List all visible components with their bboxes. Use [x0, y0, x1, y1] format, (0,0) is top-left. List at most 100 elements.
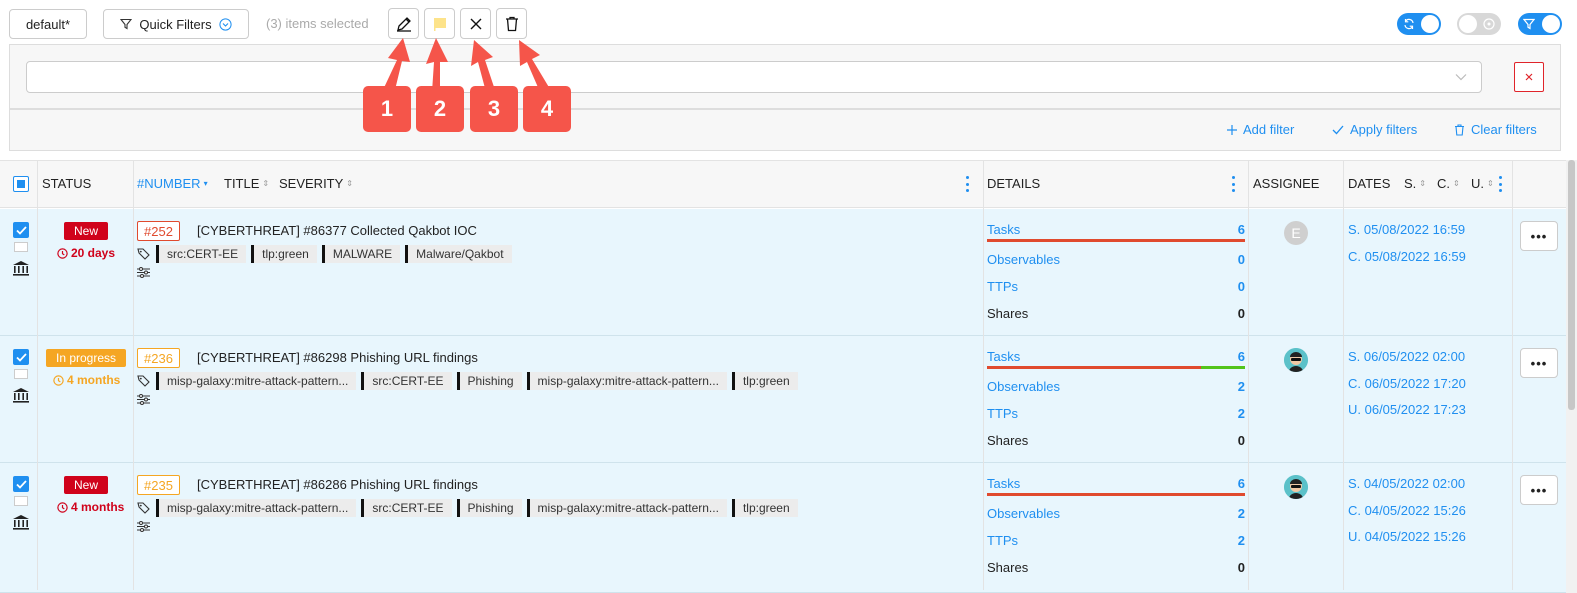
flag-checkbox[interactable] — [14, 369, 28, 379]
observables-link[interactable]: Observables 2 — [987, 379, 1245, 394]
tasks-link[interactable]: Tasks 6 — [987, 349, 1245, 364]
age-text: 4 months — [71, 500, 125, 514]
case-number[interactable]: #235 — [137, 475, 180, 495]
tag[interactable]: misp-galaxy:mitre-attack-pattern... — [156, 499, 357, 517]
tasks-progress-bar — [987, 239, 1245, 242]
tag[interactable]: misp-galaxy:mitre-attack-pattern... — [526, 499, 727, 517]
shares-count-label: Shares — [987, 560, 1029, 575]
date-entry: S. 05/08/2022 16:59 — [1348, 222, 1466, 237]
shares-count: Shares 0 — [987, 306, 1245, 321]
tag[interactable]: src:CERT-EE — [156, 245, 247, 263]
case-number[interactable]: #252 — [137, 221, 180, 241]
column-title[interactable]: TITLE ⇕ — [224, 176, 269, 191]
avatar[interactable]: E — [1284, 221, 1308, 245]
column-assignee: ASSIGNEE — [1253, 176, 1320, 191]
observables-link-value: 2 — [1237, 379, 1245, 394]
row-actions-button[interactable]: ••• — [1520, 348, 1558, 378]
row-select-checkbox[interactable] — [13, 349, 29, 365]
scrollbar[interactable] — [1566, 160, 1577, 593]
column-options-icon[interactable] — [1231, 176, 1235, 192]
shares-count-label: Shares — [987, 306, 1029, 321]
tag[interactable]: tlp:green — [251, 245, 317, 263]
tag[interactable]: misp-galaxy:mitre-attack-pattern... — [156, 372, 357, 390]
check-icon — [15, 352, 27, 362]
ttps-link[interactable]: TTPs 0 — [987, 279, 1245, 294]
age-indicator: 4 months — [53, 373, 120, 387]
column-number[interactable]: #NUMBER ▾ — [137, 176, 208, 191]
ttps-link[interactable]: TTPs 2 — [987, 533, 1245, 548]
observables-link[interactable]: Observables 0 — [987, 252, 1245, 267]
shares-count-value: 0 — [1237, 306, 1245, 321]
case-title[interactable]: [CYBERTHREAT] #86298 Phishing URL findin… — [197, 350, 478, 365]
column-options-icon[interactable] — [965, 176, 969, 192]
flag-checkbox[interactable] — [14, 242, 28, 252]
ttps-link-value: 0 — [1237, 279, 1245, 294]
tag-icon — [137, 248, 150, 260]
tasks-link[interactable]: Tasks 6 — [987, 222, 1245, 237]
tag[interactable]: src:CERT-EE — [361, 499, 452, 517]
callout-arrows — [382, 38, 550, 94]
avatar[interactable] — [1284, 348, 1308, 372]
row-actions-button[interactable]: ••• — [1520, 475, 1558, 505]
tag[interactable]: Phishing — [456, 372, 522, 390]
row-select-checkbox[interactable] — [13, 222, 29, 238]
column-dates-start[interactable]: S. ⇕ — [1404, 176, 1426, 191]
row-select-checkbox[interactable] — [13, 476, 29, 492]
bank-icon — [12, 387, 30, 406]
ttps-link[interactable]: TTPs 2 — [987, 406, 1245, 421]
tag[interactable]: src:CERT-EE — [361, 372, 452, 390]
observables-link-label: Observables — [987, 252, 1060, 267]
observables-link-value: 2 — [1237, 506, 1245, 521]
case-title[interactable]: [CYBERTHREAT] #86377 Collected Qakbot IO… — [197, 223, 477, 238]
tasks-link[interactable]: Tasks 6 — [987, 476, 1245, 491]
tag-icon — [137, 375, 150, 387]
column-details: DETAILS — [987, 176, 1041, 191]
date-entry: U. 06/05/2022 17:23 — [1348, 402, 1466, 417]
column-options-icon[interactable] — [1498, 176, 1502, 192]
column-dates-created[interactable]: C. ⇕ — [1437, 176, 1460, 191]
tag[interactable]: Phishing — [456, 499, 522, 517]
flag-checkbox[interactable] — [14, 496, 28, 506]
column-dates: DATES — [1348, 176, 1391, 191]
avatar[interactable] — [1284, 475, 1308, 499]
shares-count: Shares 0 — [987, 560, 1245, 575]
column-status: STATUS — [42, 176, 92, 191]
age-indicator: 4 months — [57, 500, 124, 514]
sliders-icon[interactable] — [137, 393, 150, 408]
observables-link[interactable]: Observables 2 — [987, 506, 1245, 521]
tasks-link-value: 6 — [1237, 476, 1245, 491]
observables-link-value: 0 — [1237, 252, 1245, 267]
tag[interactable]: tlp:green — [731, 372, 798, 390]
age-text: 4 months — [67, 373, 121, 387]
callout-2: 2 — [416, 86, 464, 132]
callout-1: 1 — [363, 86, 411, 132]
age-text: 20 days — [71, 246, 116, 260]
row-actions-button[interactable]: ••• — [1520, 221, 1558, 251]
tag[interactable]: tlp:green — [731, 499, 798, 517]
tasks-link-label: Tasks — [987, 349, 1021, 364]
date-entry: C. 06/05/2022 17:20 — [1348, 375, 1466, 391]
shares-count-value: 0 — [1237, 433, 1245, 448]
tag[interactable]: Malware/Qakbot — [405, 245, 512, 263]
tag[interactable]: MALWARE — [321, 245, 401, 263]
sliders-icon[interactable] — [137, 266, 150, 281]
date-entry: U. 04/05/2022 15:26 — [1348, 529, 1466, 544]
date-entry: C. 05/08/2022 16:59 — [1348, 248, 1466, 264]
column-dates-updated[interactable]: U. ⇕ — [1471, 176, 1494, 191]
tasks-progress-done — [1201, 366, 1245, 369]
tag[interactable]: misp-galaxy:mitre-attack-pattern... — [526, 372, 727, 390]
tag-list: misp-galaxy:mitre-attack-pattern... src:C… — [137, 372, 798, 390]
case-number[interactable]: #236 — [137, 348, 180, 368]
observables-link-label: Observables — [987, 506, 1060, 521]
case-title[interactable]: [CYBERTHREAT] #86286 Phishing URL findin… — [197, 477, 478, 492]
ttps-link-value: 2 — [1237, 406, 1245, 421]
tasks-link-label: Tasks — [987, 222, 1021, 237]
sliders-icon[interactable] — [137, 520, 150, 535]
callout-4: 4 — [523, 86, 571, 132]
ttps-link-label: TTPs — [987, 533, 1019, 548]
tasks-link-label: Tasks — [987, 476, 1021, 491]
select-all-checkbox[interactable] — [13, 176, 29, 192]
column-severity[interactable]: SEVERITY ⇕ — [279, 176, 353, 191]
tag-list: src:CERT-EE tlp:green MALWARE Malware/Qakbo… — [137, 245, 512, 263]
bank-icon — [12, 514, 30, 533]
